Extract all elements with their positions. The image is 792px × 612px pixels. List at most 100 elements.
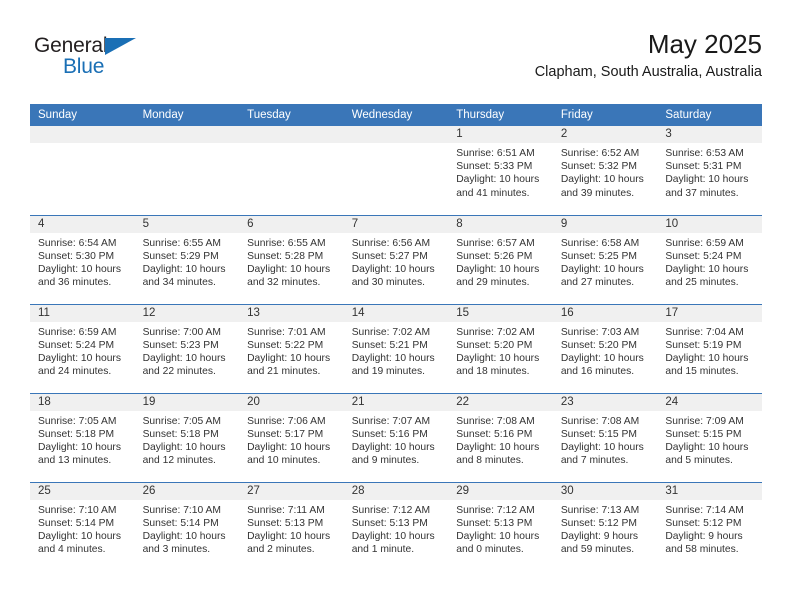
calendar-cell-empty bbox=[30, 126, 135, 215]
daylight-duration-line1: Daylight: 10 hours bbox=[38, 263, 121, 275]
daylight-duration-line2: and 15 minutes. bbox=[665, 366, 739, 378]
daylight-duration-line2: and 36 minutes. bbox=[38, 277, 112, 289]
sunrise-time: Sunrise: 7:07 AM bbox=[351, 415, 431, 427]
daylight-duration-line1: Daylight: 10 hours bbox=[38, 530, 121, 542]
sunrise-sunset-calendar: Sunday Monday Tuesday Wednesday Thursday… bbox=[30, 104, 762, 571]
calendar-day-cell[interactable]: 30 Sunrise: 7:13 AM Sunset: 5:12 PM Dayligh… bbox=[552, 481, 658, 571]
logo-text-blue: Blue bbox=[63, 55, 105, 78]
calendar-day-cell[interactable]: 18 Sunrise: 7:05 AM Sunset: 5:18 PM Dayligh… bbox=[30, 392, 135, 482]
calendar-day-cell[interactable]: 8 Sunrise: 6:57 AM Sunset: 5:26 PM Daylight… bbox=[448, 214, 553, 304]
calendar-day-cell[interactable]: 16 Sunrise: 7:03 AM Sunset: 5:20 PM Dayligh… bbox=[552, 303, 658, 393]
sunrise-time: Sunrise: 6:53 AM bbox=[665, 148, 744, 159]
calendar-day-cell[interactable]: 15 Sunrise: 7:02 AM Sunset: 5:20 PM Dayligh… bbox=[448, 303, 553, 393]
day-number: 28 bbox=[343, 482, 449, 500]
calendar-header-row: Sunday Monday Tuesday Wednesday Thursday… bbox=[30, 104, 762, 126]
day-details: Sunrise: 7:07 AM Sunset: 5:16 PM Daylight:… bbox=[344, 411, 449, 468]
daylight-duration-line1: Daylight: 10 hours bbox=[665, 441, 749, 453]
day-details: Sunrise: 6:53 AM Sunset: 5:31 PM Daylight:… bbox=[657, 143, 762, 200]
day-details: Sunrise: 7:03 AM Sunset: 5:20 PM Daylight:… bbox=[553, 322, 658, 379]
daylight-duration-line2: and 10 minutes. bbox=[247, 455, 321, 467]
calendar-day-cell[interactable]: 11 Sunrise: 6:59 AM Sunset: 5:24 PM Dayligh… bbox=[30, 303, 135, 393]
daylight-duration-line2: and 13 minutes. bbox=[38, 455, 112, 467]
day-details: Sunrise: 6:58 AM Sunset: 5:25 PM Daylight:… bbox=[553, 233, 658, 290]
daylight-duration-line2: and 0 minutes. bbox=[456, 544, 524, 556]
calendar-day-cell[interactable]: 9 Sunrise: 6:58 AM Sunset: 5:25 PM Daylight… bbox=[552, 214, 658, 304]
daylight-duration-line1: Daylight: 10 hours bbox=[247, 352, 331, 364]
day-number bbox=[30, 126, 135, 143]
calendar-day-cell[interactable]: 23 Sunrise: 7:08 AM Sunset: 5:15 PM Dayligh… bbox=[552, 392, 658, 482]
calendar-day-cell[interactable]: 27 Sunrise: 7:11 AM Sunset: 5:13 PM Dayligh… bbox=[239, 481, 344, 571]
day-details: Sunrise: 6:55 AM Sunset: 5:29 PM Daylight:… bbox=[135, 233, 240, 290]
calendar-day-cell[interactable]: 25 Sunrise: 7:10 AM Sunset: 5:14 PM Dayligh… bbox=[30, 481, 135, 571]
day-number: 14 bbox=[343, 304, 449, 322]
calendar-cell-empty bbox=[343, 126, 449, 215]
day-number bbox=[239, 126, 344, 143]
sunrise-time: Sunrise: 7:00 AM bbox=[142, 326, 221, 338]
general-blue-logo[interactable]: General Blue bbox=[34, 35, 194, 87]
calendar-day-cell[interactable]: 5 Sunrise: 6:55 AM Sunset: 5:29 PM Daylight… bbox=[134, 214, 240, 304]
calendar-day-cell[interactable]: 2 Sunrise: 6:52 AM Sunset: 5:32 PM Daylight… bbox=[552, 126, 658, 215]
logo-text-general: General bbox=[34, 34, 108, 57]
daylight-duration-line2: and 29 minutes. bbox=[456, 277, 530, 289]
day-details: Sunrise: 7:10 AM Sunset: 5:14 PM Daylight:… bbox=[30, 500, 135, 557]
day-number: 27 bbox=[239, 482, 344, 500]
daylight-duration-line2: and 5 minutes. bbox=[665, 455, 733, 467]
calendar-day-cell[interactable]: 3 Sunrise: 6:53 AM Sunset: 5:31 PM Daylight… bbox=[657, 126, 762, 215]
day-number: 25 bbox=[30, 482, 135, 500]
day-number: 26 bbox=[134, 482, 240, 500]
daylight-duration-line1: Daylight: 9 hours bbox=[560, 530, 639, 542]
sunset-time: Sunset: 5:31 PM bbox=[665, 161, 742, 173]
day-number: 23 bbox=[552, 393, 658, 411]
day-number: 4 bbox=[30, 215, 135, 233]
page-title: May 2025 bbox=[647, 29, 762, 59]
calendar-day-cell[interactable]: 14 Sunrise: 7:02 AM Sunset: 5:21 PM Dayligh… bbox=[343, 303, 449, 393]
calendar-day-cell[interactable]: 7 Sunrise: 6:56 AM Sunset: 5:27 PM Daylight… bbox=[343, 214, 449, 304]
daylight-duration-line1: Daylight: 10 hours bbox=[142, 441, 226, 453]
calendar-day-cell[interactable]: 31 Sunrise: 7:14 AM Sunset: 5:12 PM Dayligh… bbox=[657, 481, 762, 571]
calendar-day-cell[interactable]: 21 Sunrise: 7:07 AM Sunset: 5:16 PM Dayligh… bbox=[343, 392, 449, 482]
sunrise-time: Sunrise: 6:54 AM bbox=[38, 237, 117, 249]
sunrise-time: Sunrise: 6:55 AM bbox=[247, 237, 326, 249]
daylight-duration-line2: and 58 minutes. bbox=[665, 544, 739, 556]
calendar-day-cell[interactable]: 24 Sunrise: 7:09 AM Sunset: 5:15 PM Dayligh… bbox=[657, 392, 762, 482]
calendar-day-cell[interactable]: 13 Sunrise: 7:01 AM Sunset: 5:22 PM Dayligh… bbox=[239, 303, 344, 393]
daylight-duration-line2: and 22 minutes. bbox=[142, 366, 216, 378]
sunrise-time: Sunrise: 7:05 AM bbox=[38, 415, 117, 427]
day-details: Sunrise: 6:55 AM Sunset: 5:28 PM Daylight:… bbox=[239, 233, 344, 290]
calendar-day-cell[interactable]: 26 Sunrise: 7:10 AM Sunset: 5:14 PM Dayligh… bbox=[134, 481, 240, 571]
daylight-duration-line2: and 37 minutes. bbox=[665, 187, 739, 199]
sunset-time: Sunset: 5:32 PM bbox=[560, 161, 637, 173]
sunset-time: Sunset: 5:13 PM bbox=[456, 517, 533, 529]
sunset-time: Sunset: 5:22 PM bbox=[247, 339, 324, 351]
calendar-day-cell[interactable]: 10 Sunrise: 6:59 AM Sunset: 5:24 PM Dayligh… bbox=[657, 214, 762, 304]
calendar-day-cell[interactable]: 4 Sunrise: 6:54 AM Sunset: 5:30 PM Daylight… bbox=[30, 214, 135, 304]
calendar-day-cell[interactable]: 22 Sunrise: 7:08 AM Sunset: 5:16 PM Dayligh… bbox=[448, 392, 553, 482]
daylight-duration-line1: Daylight: 10 hours bbox=[142, 352, 226, 364]
sunrise-time: Sunrise: 7:12 AM bbox=[456, 504, 535, 516]
calendar-day-cell[interactable]: 19 Sunrise: 7:05 AM Sunset: 5:18 PM Dayligh… bbox=[134, 392, 240, 482]
calendar-day-cell[interactable]: 29 Sunrise: 7:12 AM Sunset: 5:13 PM Dayligh… bbox=[448, 481, 553, 571]
day-details: Sunrise: 6:52 AM Sunset: 5:32 PM Daylight:… bbox=[553, 143, 658, 200]
sunrise-time: Sunrise: 7:11 AM bbox=[247, 504, 325, 516]
calendar-day-cell[interactable]: 1 Sunrise: 6:51 AM Sunset: 5:33 PM Daylight… bbox=[448, 126, 553, 215]
sunset-time: Sunset: 5:23 PM bbox=[142, 339, 219, 351]
page-header: General Blue May 2025 Clapham, South Aus… bbox=[30, 30, 762, 98]
sunrise-time: Sunrise: 7:01 AM bbox=[247, 326, 326, 338]
daylight-duration-line1: Daylight: 10 hours bbox=[38, 352, 121, 364]
calendar-day-cell[interactable]: 20 Sunrise: 7:06 AM Sunset: 5:17 PM Dayligh… bbox=[239, 392, 344, 482]
sunrise-time: Sunrise: 6:51 AM bbox=[456, 148, 535, 159]
daylight-duration-line1: Daylight: 10 hours bbox=[247, 441, 331, 453]
sunset-time: Sunset: 5:15 PM bbox=[560, 428, 637, 440]
calendar-day-cell[interactable]: 6 Sunrise: 6:55 AM Sunset: 5:28 PM Daylight… bbox=[239, 214, 344, 304]
daylight-duration-line1: Daylight: 10 hours bbox=[665, 352, 749, 364]
sunrise-time: Sunrise: 7:03 AM bbox=[560, 326, 640, 338]
daylight-duration-line1: Daylight: 10 hours bbox=[456, 174, 540, 186]
sunrise-time: Sunrise: 7:14 AM bbox=[665, 504, 744, 516]
daylight-duration-line2: and 24 minutes. bbox=[38, 366, 112, 378]
calendar-day-cell[interactable]: 28 Sunrise: 7:12 AM Sunset: 5:13 PM Dayligh… bbox=[343, 481, 449, 571]
daylight-duration-line2: and 21 minutes. bbox=[247, 366, 321, 378]
sunset-time: Sunset: 5:20 PM bbox=[456, 339, 533, 351]
calendar-day-cell[interactable]: 17 Sunrise: 7:04 AM Sunset: 5:19 PM Dayligh… bbox=[657, 303, 762, 393]
calendar-day-cell[interactable]: 12 Sunrise: 7:00 AM Sunset: 5:23 PM Dayligh… bbox=[134, 303, 240, 393]
daylight-duration-line1: Daylight: 10 hours bbox=[351, 352, 435, 364]
